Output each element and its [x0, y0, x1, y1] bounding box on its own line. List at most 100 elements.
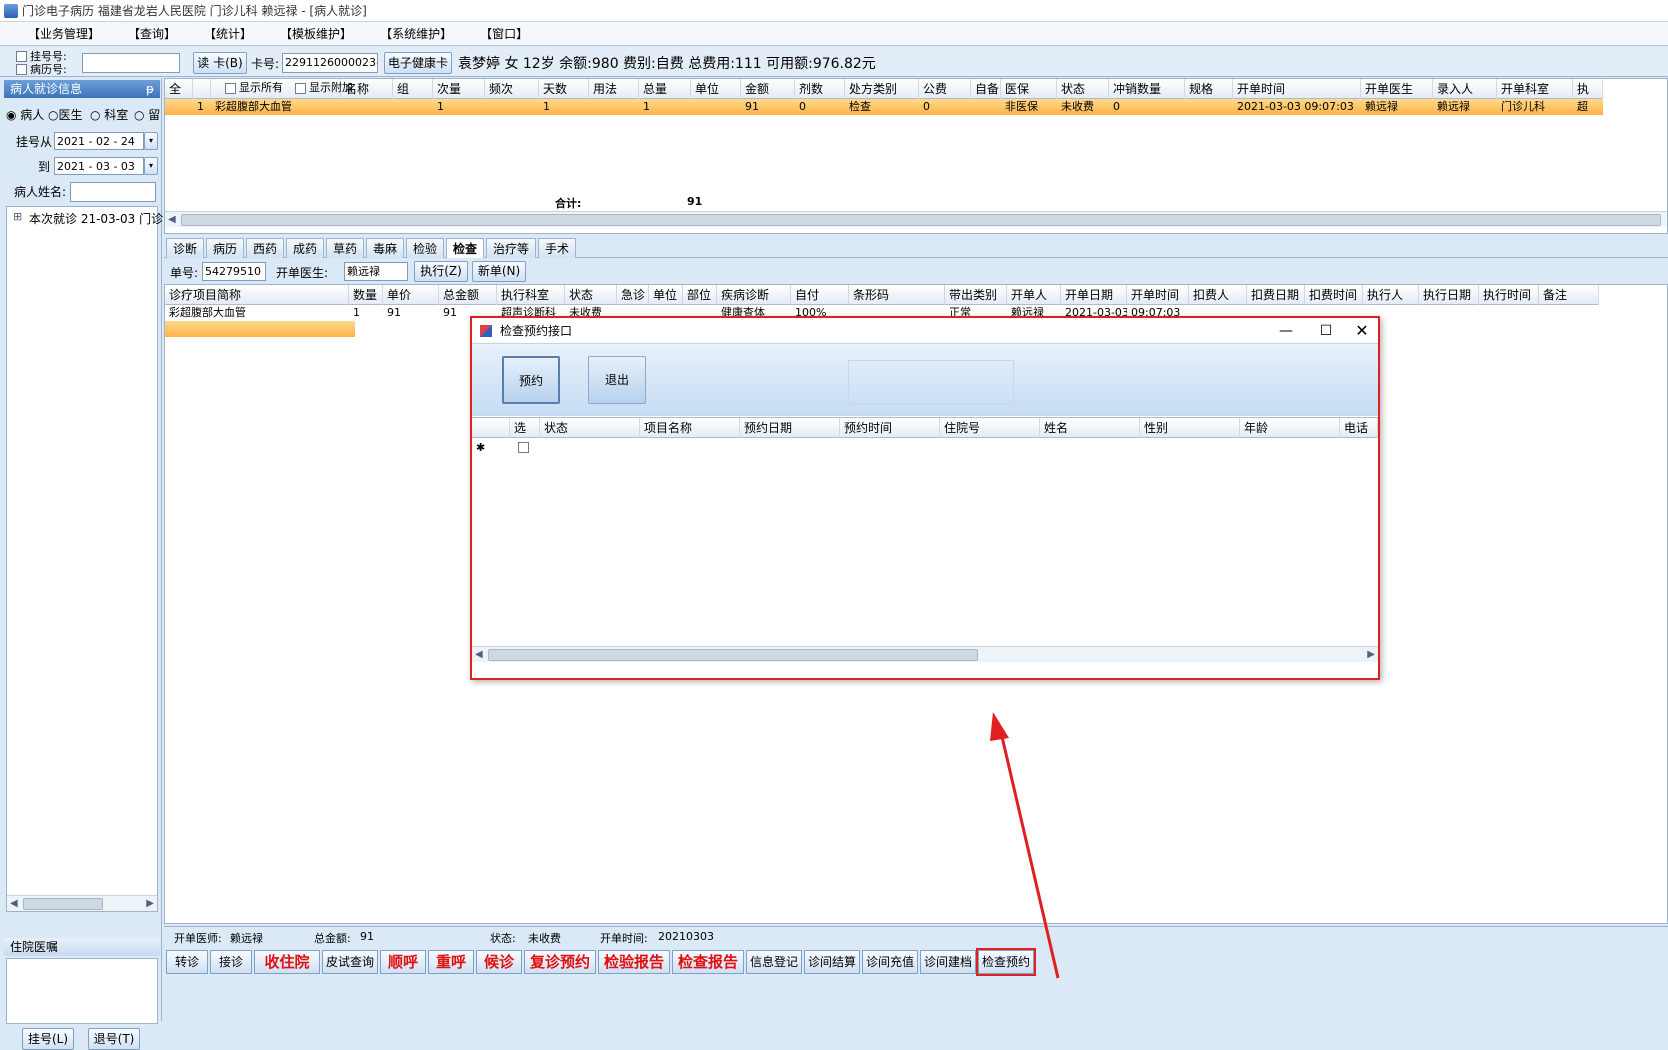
menu-statistics[interactable]: 【统计】	[190, 22, 266, 45]
action-button-14[interactable]: 检查预约	[976, 948, 1036, 976]
prescription-col-header[interactable]: 开单时间	[1233, 79, 1361, 99]
health-card-button[interactable]: 电子健康卡	[384, 52, 452, 74]
tree-expander-icon[interactable]: ⊞	[13, 210, 22, 223]
prescription-col-header[interactable]: 处方类别	[845, 79, 919, 99]
booking-col-header[interactable]	[472, 418, 510, 438]
exam-item-col-header[interactable]: 疾病诊断	[717, 285, 791, 305]
tab-8[interactable]: 治疗等	[486, 238, 536, 258]
tree-hscrollbar[interactable]: ◀ ▶	[7, 895, 157, 911]
booking-col-header[interactable]: 电话	[1340, 418, 1378, 438]
exam-item-col-header[interactable]: 条形码	[849, 285, 945, 305]
reg-no-checkbox[interactable]	[16, 51, 27, 62]
menu-window[interactable]: 【窗口】	[466, 22, 542, 45]
scroll-thumb[interactable]	[23, 898, 103, 910]
prescription-col-header[interactable]: 录入人	[1433, 79, 1497, 99]
prescription-col-header[interactable]: 全	[165, 79, 193, 99]
prescription-col-header[interactable]: 天数	[539, 79, 589, 99]
show-all-checkbox[interactable]	[225, 83, 236, 94]
prescription-cell[interactable]: 0	[1109, 99, 1185, 115]
pin-icon[interactable]: ᵽ	[146, 80, 154, 98]
action-button-11[interactable]: 诊间结算	[804, 950, 860, 974]
exam-item-col-header[interactable]: 扣费日期	[1247, 285, 1305, 305]
prescription-cell[interactable]	[971, 99, 1001, 115]
prescription-cell[interactable]	[165, 99, 193, 115]
exam-item-cell[interactable]: 1	[349, 305, 383, 321]
prescription-hscrollbar[interactable]: ◀	[165, 211, 1667, 227]
tab-0[interactable]: 诊断	[166, 238, 204, 258]
prescription-cell[interactable]: 门诊儿科	[1497, 99, 1573, 115]
register-button[interactable]: 挂号(L)	[22, 1028, 74, 1050]
exam-item-col-header[interactable]: 扣费人	[1189, 285, 1247, 305]
prescription-col-header[interactable]: 频次	[485, 79, 539, 99]
exam-item-col-header[interactable]: 带出类别	[945, 285, 1007, 305]
order-no-input[interactable]: 54279510	[202, 262, 266, 281]
scroll-right-icon[interactable]: ▶	[1367, 647, 1375, 663]
prescription-col-header[interactable]: 总量	[639, 79, 691, 99]
exam-item-col-header[interactable]: 开单人	[1007, 285, 1061, 305]
exam-item-col-header[interactable]: 扣费时间	[1305, 285, 1363, 305]
prescription-col-header[interactable]	[193, 79, 211, 99]
action-button-12[interactable]: 诊间充值	[862, 950, 918, 974]
prescription-cell[interactable]: 1	[539, 99, 589, 115]
prescription-cell[interactable]: 1	[639, 99, 691, 115]
booking-col-header[interactable]: 预约时间	[840, 418, 940, 438]
prescription-col-header[interactable]: 金额	[741, 79, 795, 99]
exam-item-col-header[interactable]: 急诊	[617, 285, 649, 305]
tab-1[interactable]: 病历	[206, 238, 244, 258]
action-button-5[interactable]: 重呼	[428, 950, 474, 974]
prescription-col-header[interactable]: 公费	[919, 79, 971, 99]
tab-2[interactable]: 西药	[246, 238, 284, 258]
action-button-0[interactable]: 转诊	[166, 950, 208, 974]
tab-9[interactable]: 手术	[538, 238, 576, 258]
menu-template[interactable]: 【模板维护】	[266, 22, 366, 45]
exam-item-col-header[interactable]: 开单日期	[1061, 285, 1127, 305]
exam-item-cell[interactable]	[1479, 305, 1539, 321]
minimize-icon[interactable]: —	[1272, 318, 1300, 344]
action-button-13[interactable]: 诊间建档	[920, 950, 976, 974]
date-to-dropdown-icon[interactable]: ▾	[144, 157, 158, 175]
exam-item-col-header[interactable]: 诊疗项目简称	[165, 285, 349, 305]
booking-col-header[interactable]: 预约日期	[740, 418, 840, 438]
exam-item-cell[interactable]: 彩超腹部大血管	[165, 305, 349, 321]
exam-item-col-header[interactable]: 单位	[649, 285, 683, 305]
prescription-col-header[interactable]: 用法	[589, 79, 639, 99]
close-icon[interactable]: ✕	[1348, 318, 1376, 344]
prescription-col-header[interactable]: 规格	[1185, 79, 1233, 99]
select-cell[interactable]	[510, 438, 540, 458]
prescription-cell[interactable]	[393, 99, 433, 115]
order-doctor-input[interactable]: 赖远禄	[344, 262, 408, 281]
prescription-cell[interactable]	[1185, 99, 1233, 115]
exam-item-cell[interactable]: 91	[383, 305, 439, 321]
radio-dept[interactable]: ○ 科室	[90, 106, 128, 123]
scroll-left-icon[interactable]: ◀	[10, 896, 18, 912]
scroll-thumb[interactable]	[488, 649, 978, 661]
prescription-cell[interactable]: 检查	[845, 99, 919, 115]
exam-item-col-header[interactable]: 单价	[383, 285, 439, 305]
record-no-checkbox[interactable]	[16, 64, 27, 75]
booking-col-header[interactable]: 项目名称	[640, 418, 740, 438]
booking-hscrollbar[interactable]: ◀ ▶	[472, 646, 1378, 662]
date-from-dropdown-icon[interactable]: ▾	[144, 132, 158, 150]
prescription-cell[interactable]: 非医保	[1001, 99, 1057, 115]
menu-query[interactable]: 【查询】	[114, 22, 190, 45]
prescription-cell[interactable]	[691, 99, 741, 115]
exam-item-col-header[interactable]: 自付	[791, 285, 849, 305]
action-button-9[interactable]: 检查报告	[672, 950, 744, 974]
booking-col-header[interactable]: 年龄	[1240, 418, 1340, 438]
action-button-6[interactable]: 候诊	[476, 950, 522, 974]
exam-item-col-header[interactable]: 备注	[1539, 285, 1599, 305]
maximize-icon[interactable]: ☐	[1312, 318, 1340, 344]
booking-new-row[interactable]: ✱	[472, 438, 540, 458]
action-button-4[interactable]: 顺呼	[380, 950, 426, 974]
execute-button[interactable]: 执行(Z)	[414, 261, 468, 282]
prescription-cell[interactable]: 彩超腹部大血管	[211, 99, 341, 115]
prescription-col-header[interactable]: 执	[1573, 79, 1603, 99]
action-button-2[interactable]: 收住院	[254, 950, 320, 974]
prescription-cell[interactable]: 91	[741, 99, 795, 115]
date-from-input[interactable]: 2021 - 02 - 24	[54, 132, 144, 150]
booking-col-header[interactable]: 住院号	[940, 418, 1040, 438]
scroll-thumb[interactable]	[181, 214, 1661, 226]
card-no-input[interactable]: 229112600002383	[282, 53, 378, 73]
booking-col-header[interactable]: 性别	[1140, 418, 1240, 438]
action-button-8[interactable]: 检验报告	[598, 950, 670, 974]
